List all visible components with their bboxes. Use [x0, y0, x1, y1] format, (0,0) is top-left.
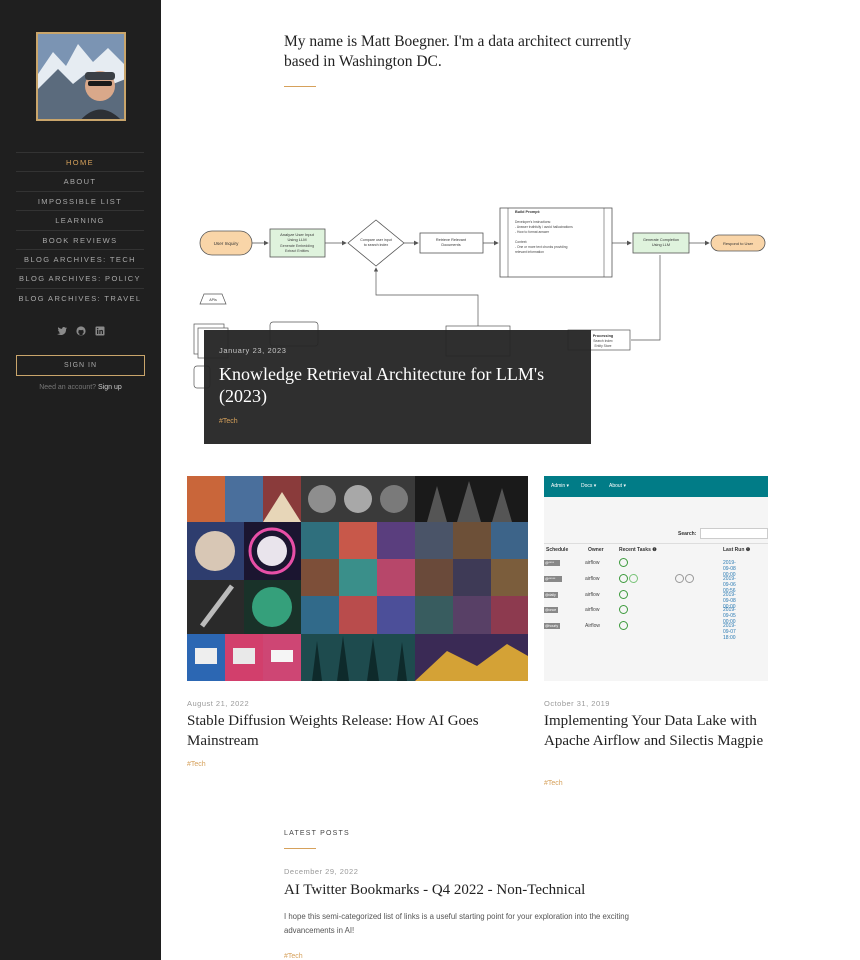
nav-item-book-reviews[interactable]: Book Reviews — [16, 229, 144, 249]
svg-text:Entity Store: Entity Store — [594, 344, 611, 348]
svg-text:User Inquiry: User Inquiry — [214, 241, 239, 246]
svg-text:- One or more text chunks prov: - One or more text chunks providing — [515, 245, 568, 249]
svg-text:Extract Entities: Extract Entities — [285, 249, 309, 253]
svg-text:Build Prompt:: Build Prompt: — [515, 210, 540, 214]
airflow-col-recent-tasks: Recent Tasks ❶ — [619, 547, 657, 553]
airflow-col-last-run: Last Run ❶ — [723, 547, 751, 553]
post-date-stable-diffusion: August 21, 2022 — [187, 699, 250, 708]
latest-posts-heading: Latest Posts — [284, 830, 350, 837]
svg-text:APIs: APIs — [209, 298, 217, 302]
svg-text:Search Index: Search Index — [593, 339, 613, 343]
nav-item-home[interactable]: Home — [16, 152, 144, 171]
latest-post-excerpt: I hope this semi-categorized list of lin… — [284, 912, 629, 935]
featured-post-date: January 23, 2023 — [219, 346, 287, 355]
intro-divider — [284, 86, 316, 87]
profile-photo — [38, 34, 124, 119]
social-links — [57, 323, 105, 336]
svg-text:relevant information: relevant information — [515, 250, 544, 254]
nav-item-archives-travel[interactable]: Blog Archives: Travel — [16, 287, 144, 307]
post-image-stable-diffusion[interactable] — [187, 476, 528, 681]
featured-post-tag[interactable]: #Tech — [219, 418, 576, 425]
svg-text:Context:: Context: — [515, 240, 527, 244]
intro-text: My name is Matt Boegner. I'm a data arch… — [284, 33, 632, 70]
latest-post-title[interactable]: AI Twitter Bookmarks - Q4 2022 - Non-Tec… — [284, 882, 585, 899]
svg-text:Processing: Processing — [593, 334, 614, 338]
post-tag-airflow[interactable]: #Tech — [544, 780, 563, 787]
svg-text:Developer's Instructions:: Developer's Instructions: — [515, 220, 551, 224]
sign-up-link[interactable]: Sign up — [98, 384, 122, 391]
svg-text:Documents: Documents — [441, 243, 460, 247]
airflow-search-label: Search: — [678, 531, 697, 537]
latest-posts-divider — [284, 848, 316, 849]
svg-text:to search index: to search index — [364, 243, 389, 247]
svg-text:- Answer truthfully / avoid ha: - Answer truthfully / avoid hallucinatio… — [515, 225, 573, 229]
account-prompt-text: Need an account? — [39, 384, 97, 391]
airflow-menu-admin: Admin ▾ — [551, 483, 570, 489]
linkedin-icon[interactable] — [95, 323, 105, 336]
post-tag-stable-diffusion[interactable]: #Tech — [187, 761, 206, 768]
airflow-search-box — [700, 528, 768, 539]
airflow-col-owner: Owner — [588, 547, 604, 553]
svg-text:- How to format answer: - How to format answer — [515, 230, 550, 234]
airflow-menubar: Admin ▾ Docs ▾ About ▾ — [544, 476, 768, 497]
svg-text:Generate Completion: Generate Completion — [643, 238, 679, 242]
svg-text:Compare user input: Compare user input — [360, 238, 392, 242]
airflow-menu-docs: Docs ▾ — [581, 483, 597, 489]
svg-text:Retrieve Relevant: Retrieve Relevant — [436, 238, 467, 242]
account-prompt: Need an account? Sign up — [0, 384, 161, 391]
post-title-airflow[interactable]: Implementing Your Data Lake with Apache … — [544, 712, 769, 751]
latest-post-tag[interactable]: #Tech — [284, 953, 303, 960]
featured-post-title[interactable]: Knowledge Retrieval Architecture for LLM… — [219, 363, 576, 407]
twitter-icon[interactable] — [57, 323, 67, 336]
nav-item-learning[interactable]: Learning — [16, 210, 144, 229]
avatar[interactable] — [36, 32, 126, 121]
featured-post-card[interactable]: January 23, 2023 Knowledge Retrieval Arc… — [204, 330, 591, 444]
sign-in-button[interactable]: Sign in — [16, 355, 145, 376]
github-icon[interactable] — [76, 323, 86, 336]
svg-text:Using LLM: Using LLM — [652, 243, 670, 247]
svg-text:Respond to User: Respond to User — [723, 241, 754, 246]
post-image-airflow[interactable]: Admin ▾ Docs ▾ About ▾ Search: Schedule … — [544, 476, 768, 681]
sidebar-nav: Home About Impossible List Learning Book… — [16, 152, 144, 307]
svg-text:Using LLM: Using LLM — [287, 237, 306, 242]
sidebar: Home About Impossible List Learning Book… — [0, 0, 161, 960]
post-title-stable-diffusion[interactable]: Stable Diffusion Weights Release: How AI… — [187, 712, 517, 751]
nav-item-impossible-list[interactable]: Impossible List — [16, 190, 144, 210]
airflow-col-schedule: Schedule — [546, 547, 569, 553]
svg-text:Generate Embedding: Generate Embedding — [280, 244, 314, 248]
latest-post-date: December 29, 2022 — [284, 867, 359, 876]
airflow-menu-about: About ▾ — [609, 483, 626, 489]
ai-art-collage — [187, 476, 528, 681]
post-date-airflow: October 31, 2019 — [544, 699, 610, 708]
nav-item-archives-tech[interactable]: Blog Archives: Tech — [16, 248, 144, 268]
nav-item-archives-policy[interactable]: Blog Archives: Policy — [16, 268, 144, 287]
nav-item-about[interactable]: About — [16, 171, 144, 190]
